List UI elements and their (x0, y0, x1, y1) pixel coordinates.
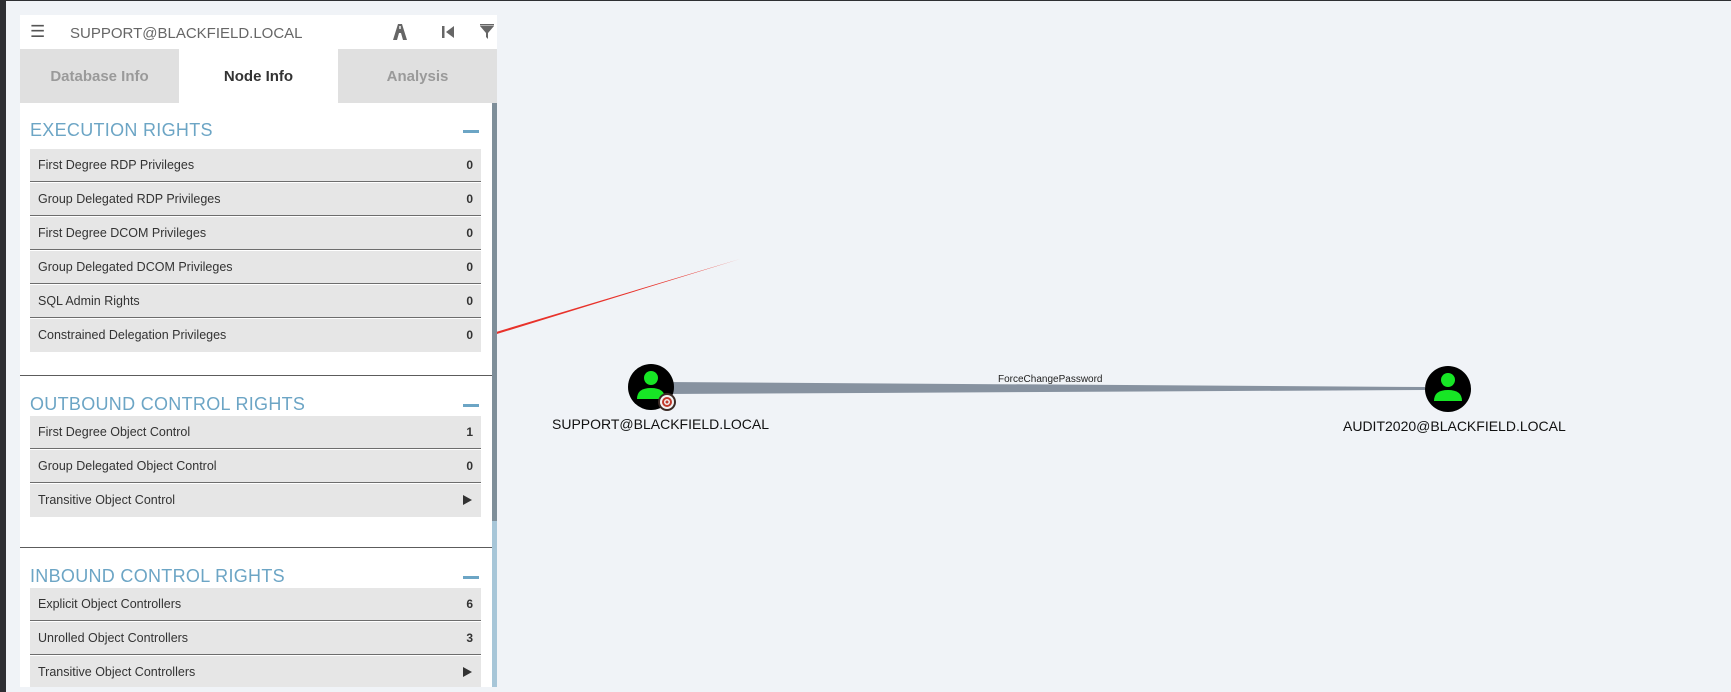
list-item[interactable]: First Degree DCOM Privileges 0 (30, 217, 481, 250)
node-info-panel: ☰ Database Info Node Info Analysis EXECU… (20, 15, 497, 687)
list-item[interactable]: First Degree RDP Privileges 0 (30, 149, 481, 182)
panel-content: EXECUTION RIGHTS First Degree RDP Privil… (20, 103, 497, 687)
expand-play-icon[interactable] (463, 667, 472, 677)
node-label-source: SUPPORT@BLACKFIELD.LOCAL (552, 416, 770, 432)
section-title: OUTBOUND CONTROL RIGHTS (30, 394, 306, 414)
row-label: Unrolled Object Controllers (38, 631, 189, 645)
row-label: Group Delegated Object Control (38, 459, 217, 473)
row-label: Transitive Object Controllers (38, 665, 196, 679)
user-icon (1425, 366, 1471, 412)
hamburger-menu-icon[interactable]: ☰ (30, 22, 48, 42)
row-value: 0 (466, 294, 473, 308)
execution-rights-section: EXECUTION RIGHTS First Degree RDP Privil… (30, 120, 481, 352)
tab-database-info[interactable]: Database Info (20, 49, 179, 103)
row-value: 0 (466, 158, 473, 172)
tab-bar: Database Info Node Info Analysis (20, 49, 497, 103)
row-label: First Degree Object Control (38, 425, 191, 439)
collapse-icon[interactable] (463, 130, 479, 133)
list-item[interactable]: Group Delegated DCOM Privileges 0 (30, 251, 481, 284)
user-icon (628, 364, 676, 411)
row-label: Transitive Object Control (38, 493, 176, 507)
list-item[interactable]: Group Delegated Object Control 0 (30, 450, 481, 483)
list-item[interactable]: Transitive Object Controllers (30, 656, 481, 687)
tab-analysis[interactable]: Analysis (338, 49, 497, 103)
row-label: Group Delegated RDP Privileges (38, 192, 221, 206)
list-item[interactable]: Unrolled Object Controllers 3 (30, 622, 481, 655)
row-value: 0 (466, 459, 473, 473)
search-input[interactable] (68, 20, 372, 46)
node-label-target: AUDIT2020@BLACKFIELD.LOCAL (1343, 418, 1566, 434)
row-value: 0 (466, 226, 473, 240)
list-item[interactable]: Explicit Object Controllers 6 (30, 588, 481, 621)
expand-play-icon[interactable] (463, 495, 472, 505)
filter-icon[interactable] (477, 22, 497, 42)
row-label: Explicit Object Controllers (38, 597, 182, 611)
row-label: SQL Admin Rights (38, 294, 140, 308)
back-icon[interactable] (438, 22, 458, 42)
outbound-control-rights-section: OUTBOUND CONTROL RIGHTS First Degree Obj… (30, 394, 481, 519)
row-label: Group Delegated DCOM Privileges (38, 260, 233, 274)
row-label: First Degree RDP Privileges (38, 158, 195, 172)
section-title: INBOUND CONTROL RIGHTS (30, 566, 285, 586)
row-value: 0 (466, 192, 473, 206)
scrollbar-thumb[interactable] (492, 103, 497, 521)
row-label: Constrained Delegation Privileges (38, 328, 227, 342)
window-left-border (0, 0, 6, 692)
row-value: 0 (466, 260, 473, 274)
list-item[interactable]: Transitive Object Control (30, 484, 481, 517)
section-divider (20, 547, 492, 548)
edge-label: ForceChangePassword (998, 374, 1103, 385)
search-bar: ☰ (20, 15, 497, 50)
window-top-border (0, 0, 1731, 1)
user-node-support[interactable] (628, 364, 678, 412)
collapse-icon[interactable] (463, 576, 479, 579)
collapse-icon[interactable] (463, 404, 479, 407)
row-value: 1 (466, 425, 473, 439)
list-item[interactable]: Group Delegated RDP Privileges 0 (30, 183, 481, 216)
list-item[interactable]: First Degree Object Control 1 (30, 416, 481, 449)
section-title: EXECUTION RIGHTS (30, 120, 213, 140)
row-value: 0 (466, 328, 473, 342)
tab-node-info[interactable]: Node Info (179, 49, 338, 103)
section-divider (20, 375, 492, 376)
row-value: 3 (466, 631, 473, 645)
row-label: First Degree DCOM Privileges (38, 226, 207, 240)
inbound-control-rights-section: INBOUND CONTROL RIGHTS Explicit Object C… (30, 566, 481, 687)
pathfinding-icon[interactable] (390, 22, 410, 42)
user-node-audit2020[interactable] (1425, 366, 1471, 412)
list-item[interactable]: Constrained Delegation Privileges 0 (30, 319, 481, 352)
list-item[interactable]: SQL Admin Rights 0 (30, 285, 481, 318)
row-value: 6 (466, 597, 473, 611)
